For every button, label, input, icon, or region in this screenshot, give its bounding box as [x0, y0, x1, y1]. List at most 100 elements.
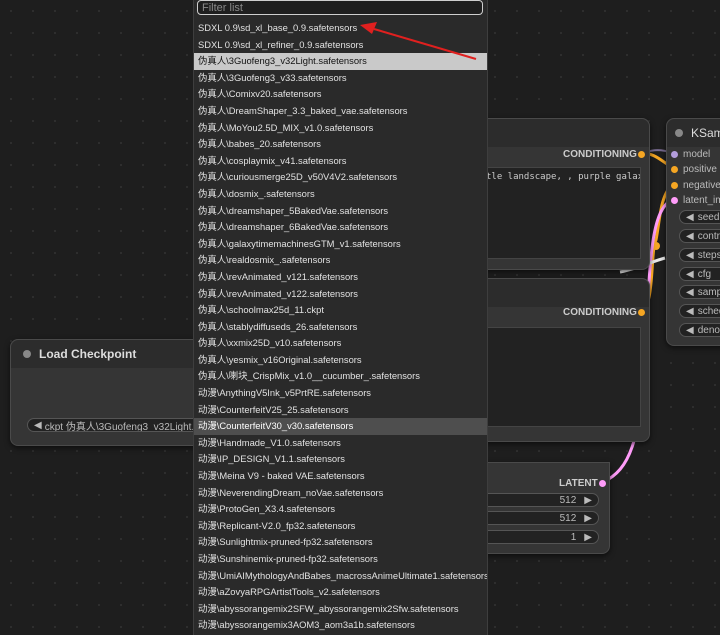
clip-node-2-title-bar[interactable]	[461, 279, 649, 307]
sampler-widget[interactable]: ◀sampl	[679, 285, 720, 299]
positive-input-label: positive	[683, 164, 717, 175]
checkpoint-list-item[interactable]: 伪真人\galaxytimemachinesGTM_v1.safetensors	[194, 236, 487, 253]
left-arrow-icon[interactable]: ◀	[686, 306, 694, 317]
clip-node-1-title-bar[interactable]	[461, 119, 649, 147]
checkpoint-list-item[interactable]: 伪真人\3Guofeng3_v32Light.safetensors	[194, 53, 487, 70]
checkpoint-list-item[interactable]: 伪真人\revAnimated_v121.safetensors	[194, 269, 487, 286]
denoise-label: denois	[697, 324, 720, 336]
checkpoint-list-item[interactable]: 伪真人\dreamshaper_5BakedVae.safetensors	[194, 203, 487, 220]
model-input-label: model	[683, 149, 711, 160]
checkpoint-list-item[interactable]: 伪真人\dosmix_.safetensors	[194, 186, 487, 203]
latent-input-label: latent_im	[683, 195, 720, 206]
checkpoint-list-item[interactable]: 动漫\CounterfeitV25_25.safetensors	[194, 402, 487, 419]
ksampler-node[interactable]: KSam model positive negative latent_im ◀…	[666, 118, 720, 346]
steps-widget[interactable]: ◀ steps	[679, 248, 720, 262]
clip-node-1-output-port[interactable]	[638, 151, 645, 158]
clip-node-1-prompt-text[interactable]: tle landscape, , purple galaxy	[481, 167, 641, 259]
left-arrow-icon[interactable]: ◀	[686, 231, 694, 242]
checkpoint-list-item[interactable]: 伪真人\xxmix25D_v10.safetensors	[194, 335, 487, 352]
left-arrow-icon[interactable]: ◀	[34, 420, 42, 431]
latent-height-widget[interactable]: 512 ▶	[481, 511, 599, 525]
checkpoint-list-item[interactable]: 动漫\abyssorangemix3AOM3_aom3a1b.safetenso…	[194, 617, 487, 634]
checkpoint-list-item[interactable]: 动漫\Replicant-V2.0_fp32.safetensors	[194, 518, 487, 535]
checkpoint-list-item[interactable]: SDXL 0.9\sd_xl_base_0.9.safetensors	[194, 20, 487, 37]
checkpoint-list-item[interactable]: 伪真人\babes_20.safetensors	[194, 136, 487, 153]
checkpoint-list-item[interactable]: 伪真人\3Guofeng3_v33.safetensors	[194, 70, 487, 87]
positive-input-port[interactable]	[671, 166, 678, 173]
checkpoint-list-item[interactable]: 伪真人\stablydiffuseds_26.safetensors	[194, 319, 487, 336]
node-status-dot	[23, 350, 31, 358]
checkpoint-list-item[interactable]: 伪真人\MoYou2.5D_MIX_v1.0.safetensors	[194, 120, 487, 137]
scheduler-widget[interactable]: ◀sched	[679, 304, 720, 318]
clip-node-2-output-label: CONDITIONING	[563, 307, 637, 318]
left-arrow-icon[interactable]: ◀	[686, 269, 694, 280]
steps-label: steps	[697, 249, 720, 261]
negative-input-label: negative	[683, 180, 720, 191]
checkpoint-list-item[interactable]: 动漫\NeverendingDream_noVae.safetensors	[194, 485, 487, 502]
left-arrow-icon[interactable]: ◀	[686, 325, 694, 336]
checkpoint-list-item[interactable]: SDXL 0.9\sd_xl_refiner_0.9.safetensors	[194, 37, 487, 54]
checkpoint-list-item[interactable]: 动漫\Meina V9 - baked VAE.safetensors	[194, 468, 487, 485]
load-checkpoint-title-bar[interactable]: Load Checkpoint	[11, 340, 211, 368]
control-widget[interactable]: ◀contro	[679, 229, 720, 243]
filter-list-input[interactable]	[197, 0, 483, 15]
latent-batch-widget[interactable]: 1 ▶	[481, 530, 599, 544]
node-status-dot	[675, 129, 683, 137]
checkpoint-list-item[interactable]: 伪真人\schoolmax25d_11.ckpt	[194, 302, 487, 319]
seed-label: seed	[697, 211, 720, 223]
checkpoint-dropdown-menu[interactable]: SDXL 0.9\sd_xl_base_0.9.safetensorsSDXL …	[193, 0, 488, 635]
clip-node-2-output-port[interactable]	[638, 309, 645, 316]
clip-node-1-output-label: CONDITIONING	[563, 149, 637, 160]
checkpoint-list-item[interactable]: 伪真人\cosplaymix_v41.safetensors	[194, 153, 487, 170]
checkpoint-list-item[interactable]: 伪真人\revAnimated_v122.safetensors	[194, 286, 487, 303]
checkpoint-list-item[interactable]: 动漫\Handmade_V1.0.safetensors	[194, 435, 487, 452]
ckpt-name-combo[interactable]: ◀ ckpt 伪真人\3Guofeng3_v32Light.safe	[27, 418, 211, 432]
checkpoint-list-item[interactable]: 伪真人\dreamshaper_6BakedVae.safetensors	[194, 219, 487, 236]
clip-text-encode-node-2[interactable]: CONDITIONING	[460, 278, 650, 442]
latent-height-value: 512	[559, 512, 577, 524]
right-arrow-icon[interactable]: ▶	[584, 532, 592, 543]
model-input-port[interactable]	[671, 151, 678, 158]
right-arrow-icon[interactable]: ▶	[584, 513, 592, 524]
denoise-widget[interactable]: ◀denois	[679, 323, 720, 337]
latent-width-value: 512	[559, 494, 577, 506]
checkpoint-list-item[interactable]: 动漫\UmiAIMythologyAndBabes_macrossAnimeUl…	[194, 568, 487, 585]
left-arrow-icon[interactable]: ◀	[686, 250, 694, 261]
sampler-label: sampl	[697, 286, 720, 298]
latent-width-widget[interactable]: 512 ▶	[481, 493, 599, 507]
ksampler-title: KSam	[691, 126, 720, 140]
checkpoint-list-item[interactable]: 动漫\abyssorangemix2SFW_abyssorangemix2Sfw…	[194, 601, 487, 618]
checkpoint-list-item[interactable]: 动漫\ProtoGen_X3.4.safetensors	[194, 501, 487, 518]
checkpoint-list[interactable]: SDXL 0.9\sd_xl_base_0.9.safetensors SDXL …	[194, 20, 487, 634]
latent-batch-value: 1	[570, 531, 577, 543]
load-checkpoint-node[interactable]: Load Checkpoint ◀ ckpt 伪真人\3Guofeng3_v32…	[10, 339, 212, 446]
checkpoint-list-item[interactable]: 动漫\IP_DESIGN_V1.1.safetensors	[194, 451, 487, 468]
checkpoint-list-item[interactable]: 动漫\Sunshinemix-pruned-fp32.safetensors	[194, 551, 487, 568]
scheduler-label: sched	[697, 305, 720, 317]
checkpoint-list-item[interactable]: 动漫\aZovyaRPGArtistTools_v2.safetensors	[194, 584, 487, 601]
checkpoint-list-item[interactable]: 伪真人\yesmix_v16Original.safetensors	[194, 352, 487, 369]
negative-input-port[interactable]	[671, 182, 678, 189]
ksampler-title-bar[interactable]: KSam	[667, 119, 720, 147]
latent-input-port[interactable]	[671, 197, 678, 204]
latent-output-port[interactable]	[599, 480, 606, 487]
checkpoint-list-item[interactable]: 伪真人\DreamShaper_3.3_baked_vae.safetensor…	[194, 103, 487, 120]
checkpoint-list-item[interactable]: 动漫\CounterfeitV30_v30.safetensors	[194, 418, 487, 435]
checkpoint-list-item[interactable]: 动漫\AnythingV5Ink_v5PrtRE.safetensors	[194, 385, 487, 402]
right-arrow-icon[interactable]: ▶	[584, 495, 592, 506]
checkpoint-list-item[interactable]: 伪真人\Comixv20.safetensors	[194, 86, 487, 103]
clip-text-encode-node-1[interactable]: CONDITIONING tle landscape, , purple gal…	[460, 118, 650, 270]
checkpoint-list-item[interactable]: 伪真人\realdosmix_.safetensors	[194, 252, 487, 269]
control-label: contro	[697, 230, 720, 242]
clip-node-2-prompt-text[interactable]	[481, 327, 641, 427]
ckpt-name-value: ckpt 伪真人\3Guofeng3_v32Light.safe	[44, 421, 211, 432]
load-checkpoint-title: Load Checkpoint	[39, 347, 137, 361]
checkpoint-list-item[interactable]: 动漫\Sunlightmix-pruned-fp32.safetensors	[194, 534, 487, 551]
latent-output-label: LATENT	[559, 478, 598, 489]
checkpoint-list-item[interactable]: 伪真人\curiousmerge25D_v50V4V2.safetensors	[194, 169, 487, 186]
checkpoint-list-item[interactable]: 伪真人\喇块_CrispMix_v1.0__cucumber_.safetens…	[194, 368, 487, 385]
seed-widget[interactable]: ◀ seed	[679, 210, 720, 224]
left-arrow-icon[interactable]: ◀	[686, 287, 694, 298]
cfg-widget[interactable]: ◀ cfg	[679, 267, 720, 281]
left-arrow-icon[interactable]: ◀	[686, 212, 694, 223]
